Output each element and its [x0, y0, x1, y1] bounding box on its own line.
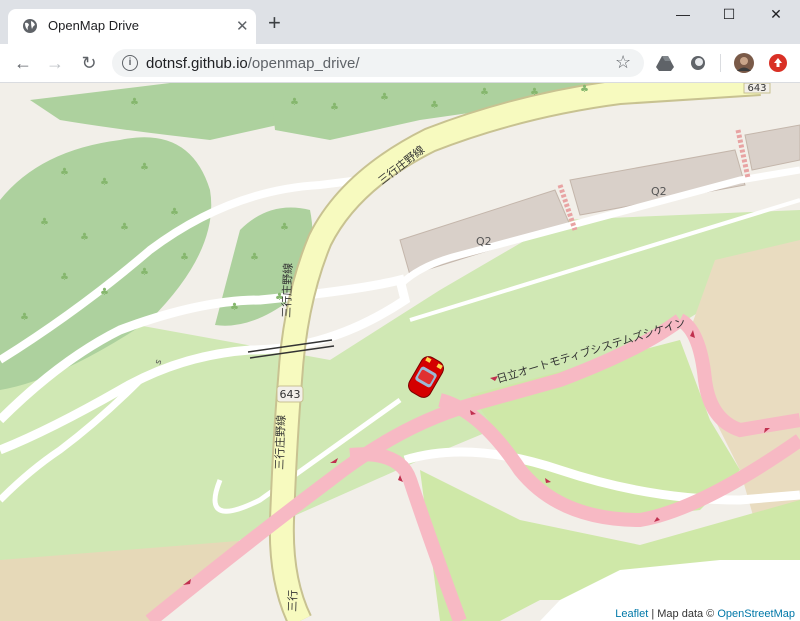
map-attribution: Leaflet | Map data © OpenStreetMap: [610, 607, 800, 621]
globe-icon: [23, 19, 37, 33]
svg-text:♣: ♣: [140, 267, 149, 278]
toolbar-divider: [720, 54, 721, 72]
svg-text:♣: ♣: [290, 97, 299, 108]
svg-text:♣: ♣: [230, 302, 239, 313]
svg-text:♣: ♣: [330, 102, 339, 113]
svg-text:♣: ♣: [430, 100, 439, 111]
url-host: dotnsf.github.io: [146, 55, 248, 72]
svg-text:♣: ♣: [280, 222, 289, 233]
profile-avatar[interactable]: [734, 53, 754, 73]
road-label-route-c: 三行庄野線: [272, 415, 288, 470]
bookmark-star-icon[interactable]: ☆: [615, 52, 631, 73]
address-bar[interactable]: i dotnsf.github.io/openmap_drive/ ☆: [112, 49, 644, 77]
svg-text:♣: ♣: [60, 167, 69, 178]
route-number-top-label: 643: [747, 83, 766, 94]
svg-text:♣: ♣: [180, 252, 189, 263]
back-button[interactable]: ←: [10, 50, 36, 76]
svg-text:♣: ♣: [530, 87, 539, 98]
browser-titlebar: OpenMap Drive ✕ + — ☐ ✕: [0, 0, 800, 44]
svg-text:♣: ♣: [250, 252, 259, 263]
tab-title: OpenMap Drive: [48, 18, 140, 33]
svg-text:♣: ♣: [480, 87, 489, 98]
info-icon[interactable]: i: [122, 55, 138, 71]
svg-text:♣: ♣: [80, 232, 89, 243]
circle-extension-icon[interactable]: [688, 53, 708, 73]
svg-text:♣: ♣: [580, 84, 589, 95]
svg-text:♣: ♣: [140, 162, 149, 173]
building-label-a: Q2: [476, 235, 492, 248]
svg-text:♣: ♣: [20, 312, 29, 323]
svg-text:♣: ♣: [100, 287, 109, 298]
drive-extension-icon[interactable]: [655, 53, 675, 73]
building-label-b: Q2: [651, 185, 667, 198]
minimize-button[interactable]: —: [668, 6, 698, 28]
svg-text:♣: ♣: [380, 92, 389, 103]
new-tab-button[interactable]: +: [268, 12, 281, 34]
browser-tab[interactable]: OpenMap Drive ✕: [8, 9, 256, 44]
svg-text:♣: ♣: [100, 177, 109, 188]
reload-button[interactable]: ↻: [76, 50, 102, 76]
tab-close-icon[interactable]: ✕: [236, 17, 249, 35]
maximize-button[interactable]: ☐: [714, 6, 744, 28]
update-alert-icon[interactable]: [768, 53, 788, 73]
svg-text:♣: ♣: [120, 222, 129, 233]
route-number-label: 643: [280, 388, 301, 401]
map-view[interactable]: ♣ ♣ ♣ ♣ ♣ ♣ ♣ ♣ ♣ ♣ ♣ ♣ ♣ ♣ ♣ ♣ ♣ ♣ ♣ ♣ ♣ ♣ ♣ ♣ 三行庄野線 三行庄野…: [0, 83, 800, 621]
url-text[interactable]: dotnsf.github.io/openmap_drive/: [146, 55, 360, 72]
attribution-separator: | Map data ©: [648, 608, 718, 620]
openstreetmap-link[interactable]: OpenStreetMap: [717, 608, 795, 620]
leaflet-link[interactable]: Leaflet: [615, 608, 648, 620]
svg-text:♣: ♣: [60, 272, 69, 283]
close-window-button[interactable]: ✕: [761, 6, 791, 28]
browser-toolbar: ← → ↻ i dotnsf.github.io/openmap_drive/ …: [0, 44, 800, 83]
svg-text:♣: ♣: [40, 217, 49, 228]
svg-text:♣: ♣: [130, 97, 139, 108]
url-path: /openmap_drive/: [247, 55, 360, 72]
road-label-route-b: 三行庄野線: [279, 263, 295, 318]
svg-text:♣: ♣: [170, 207, 179, 218]
road-label-route-d: 三行: [286, 590, 300, 612]
forward-button[interactable]: →: [42, 50, 68, 76]
map-canvas[interactable]: ♣♣♣♣ ♣♣♣♣ ♣♣♣♣ ♣ ♣ ♣♣ ♣♣ ♣ ♣ ♣♣♣♣ 三行庄野線 三行庄野…: [0, 83, 800, 621]
